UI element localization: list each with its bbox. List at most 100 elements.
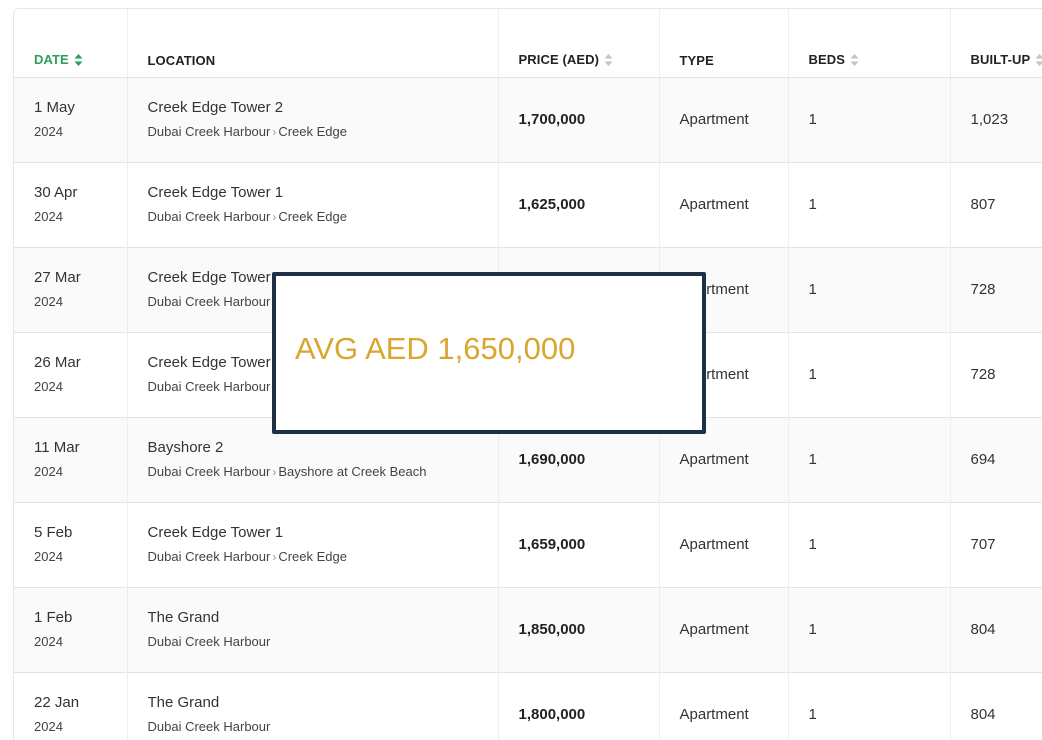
beds-cell: 1	[788, 417, 951, 502]
sub-community: Creek Edge	[278, 123, 347, 139]
community: Dubai Creek Harbour	[147, 718, 271, 734]
column-header-beds-label: BEDS	[808, 51, 846, 67]
type-cell: Apartment	[659, 162, 789, 247]
type-cell: Apartment	[659, 502, 789, 587]
location-cell: The Grand Dubai Creek Harbour	[127, 587, 499, 672]
sort-icon[interactable]	[850, 53, 859, 67]
date-day: 1 May	[34, 98, 75, 116]
date-day: 22 Jan	[34, 693, 80, 711]
built-up-cell: 707	[950, 502, 1042, 587]
date-day: 27 Mar	[34, 268, 81, 286]
type-cell: Apartment	[659, 672, 789, 740]
built-up-cell: 728	[950, 332, 1042, 417]
date-year: 2024	[34, 463, 63, 479]
location-path: Dubai Creek Harbour›Creek Edge	[148, 549, 498, 565]
sort-descending-icon[interactable]	[74, 53, 83, 67]
column-header-location[interactable]: LOCATION	[127, 9, 499, 78]
location-path: Dubai Creek Harbour › Bayshore at Creek Be…	[148, 464, 498, 480]
type-cell: Apartment	[659, 77, 789, 162]
date-day: 1 Feb	[34, 608, 73, 626]
average-price-overlay: AVG AED 1,650,000	[272, 272, 706, 434]
building-name[interactable]: Bayshore 2	[148, 439, 498, 457]
column-header-date-label: DATE	[34, 51, 69, 67]
sub-community: Creek Edge	[278, 208, 347, 224]
community: Dubai Creek Harbour	[147, 293, 271, 309]
chevron-right-icon: ›	[272, 464, 277, 479]
price-cell: 1,659,000	[498, 502, 660, 587]
beds-cell: 1	[788, 247, 951, 332]
built-up-cell: 728	[950, 247, 1042, 332]
average-price-text: AVG AED 1,650,000	[295, 331, 576, 366]
column-header-date[interactable]: DATE	[14, 9, 128, 78]
table-row[interactable]: 30 Apr 2024 Creek Edge Tower 1 Dubai Cre…	[14, 162, 1042, 247]
date-cell: 27 Mar 2024	[14, 247, 128, 332]
building-name[interactable]: Creek Edge Tower 2	[148, 99, 498, 117]
location-path: Dubai Creek Harbour›Creek Edge	[148, 124, 498, 140]
table-row[interactable]: 22 Jan 2024 The Grand Dubai Creek Harbou…	[14, 672, 1042, 740]
table-header-row: DATE LOCATION PRICE (AED) TYPE BEDS BUIL…	[14, 9, 1042, 78]
building-name[interactable]: The Grand	[148, 694, 498, 712]
date-year: 2024	[34, 548, 63, 564]
location-path: Dubai Creek Harbour›Creek Edge	[148, 209, 498, 225]
chevron-right-icon: ›	[272, 549, 277, 564]
column-header-price[interactable]: PRICE (AED)	[498, 9, 660, 78]
sort-icon[interactable]	[1035, 53, 1042, 67]
beds-cell: 1	[788, 332, 951, 417]
date-year: 2024	[34, 718, 63, 734]
sub-community: Creek Edge	[278, 548, 347, 564]
building-name[interactable]: The Grand	[148, 609, 498, 627]
community: Dubai Creek Harbour	[147, 633, 271, 649]
date-cell: 30 Apr 2024	[14, 162, 128, 247]
beds-cell: 1	[788, 587, 951, 672]
date-cell: 5 Feb 2024	[14, 502, 128, 587]
column-header-type[interactable]: TYPE	[659, 9, 789, 78]
date-cell: 1 Feb 2024	[14, 587, 128, 672]
beds-cell: 1	[788, 162, 951, 247]
location-cell: The Grand Dubai Creek Harbour	[127, 672, 499, 740]
column-header-price-label: PRICE (AED)	[518, 51, 600, 67]
community: Dubai Creek Harbour	[147, 208, 271, 224]
price-cell: 1,700,000	[498, 77, 660, 162]
type-cell: Apartment	[659, 587, 789, 672]
price-cell: 1,625,000	[498, 162, 660, 247]
table-row[interactable]: 5 Feb 2024 Creek Edge Tower 1 Dubai Cree…	[14, 502, 1042, 587]
date-year: 2024	[34, 633, 63, 649]
date-year: 2024	[34, 378, 63, 394]
built-up-cell: 1,023	[950, 77, 1042, 162]
date-year: 2024	[34, 208, 63, 224]
beds-cell: 1	[788, 502, 951, 587]
date-day: 5 Feb	[34, 523, 73, 541]
location-cell: Creek Edge Tower 1 Dubai Creek Harbour›C…	[127, 502, 499, 587]
location-cell: Creek Edge Tower 2 Dubai Creek Harbour › C…	[127, 77, 499, 162]
column-header-built-up[interactable]: BUILT-UP	[950, 9, 1042, 78]
beds-cell: 1	[788, 672, 951, 740]
built-up-cell: 694	[950, 417, 1042, 502]
date-cell: 26 Mar 2024	[14, 332, 128, 417]
building-name[interactable]: Creek Edge Tower 1	[148, 524, 498, 542]
sort-icon[interactable]	[604, 53, 613, 67]
column-header-type-label: TYPE	[679, 52, 714, 68]
column-header-built-up-label: BUILT-UP	[970, 51, 1031, 67]
date-year: 2024	[34, 123, 63, 139]
table-row[interactable]: 1 May 2024 Creek Edge Tower 2 Dubai Cree…	[14, 77, 1042, 162]
price-cell: 1,850,000	[498, 587, 660, 672]
location-path: Dubai Creek Harbour	[148, 634, 498, 650]
built-up-cell: 804	[950, 672, 1042, 740]
community: Dubai Creek Harbour	[147, 378, 271, 394]
location-cell: Creek Edge Tower 1 Dubai Creek Harbour›C…	[127, 162, 499, 247]
date-cell: 22 Jan 2024	[14, 672, 128, 740]
chevron-right-icon: ›	[272, 209, 277, 224]
column-header-beds[interactable]: BEDS	[788, 9, 951, 78]
building-name[interactable]: Creek Edge Tower 1	[148, 184, 498, 202]
price-cell: 1,800,000	[498, 672, 660, 740]
chevron-right-icon: ›	[272, 124, 277, 139]
built-up-cell: 804	[950, 587, 1042, 672]
date-day: 26 Mar	[34, 353, 81, 371]
location-path: Dubai Creek Harbour	[148, 719, 498, 735]
date-cell: 1 May 2024	[14, 77, 128, 162]
table-row[interactable]: 1 Feb 2024 The Grand Dubai Creek Harbour…	[14, 587, 1042, 672]
community: Dubai Creek Harbour	[147, 123, 271, 139]
built-up-cell: 807	[950, 162, 1042, 247]
date-year: 2024	[34, 293, 63, 309]
date-day: 30 Apr	[34, 183, 78, 201]
